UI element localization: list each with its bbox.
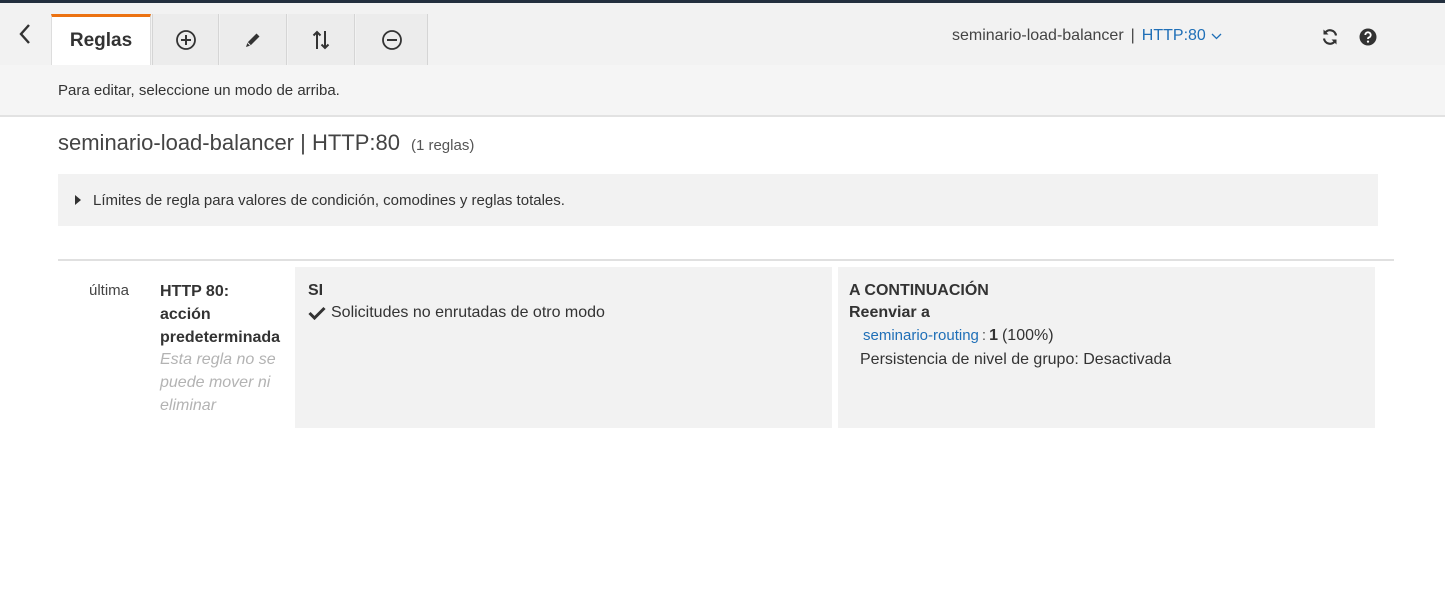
separator: | [1130, 27, 1135, 44]
then-header: A CONTINUACIÓN [849, 282, 989, 299]
rule-note-line: Esta regla no se [160, 351, 276, 368]
help-icon [1359, 28, 1377, 46]
rule-name-line: predeterminada [160, 329, 281, 346]
plus-circle-icon [175, 29, 196, 50]
listener-label: HTTP:80 [1141, 27, 1206, 44]
if-header: SI [308, 282, 324, 299]
chevron-down-icon [1211, 33, 1222, 39]
target-group-row: seminario-routing : 1 (100%) [863, 327, 1054, 345]
rule-note-line: eliminar [160, 397, 217, 414]
target-weight: 1 [989, 327, 998, 344]
divider [58, 259, 1394, 261]
rule-name-line: HTTP 80: [160, 283, 230, 300]
group-stickiness: Persistencia de nivel de grupo: Desactiv… [860, 351, 1172, 368]
check-icon [308, 306, 326, 320]
help-button[interactable] [1358, 27, 1378, 47]
minus-circle-icon [381, 29, 402, 50]
hint-bar: Para editar, seleccione un modo de arrib… [0, 65, 1445, 117]
condition-item: Solicitudes no enrutadas de otro modo [308, 304, 605, 322]
edit-rule-button[interactable] [220, 14, 287, 65]
add-rule-button[interactable] [152, 14, 219, 65]
colon: : [981, 327, 987, 344]
rule-order: última [89, 282, 130, 299]
load-balancer-name: seminario-load-balancer [952, 27, 1124, 44]
chevron-left-icon [19, 24, 30, 44]
caret-right-icon [75, 195, 81, 205]
rule-name: HTTP 80: acción predeterminada [160, 280, 285, 349]
then-actions-panel: A CONTINUACIÓN Reenviar a seminario-rout… [838, 267, 1375, 428]
rule-note: Esta regla no se puede mover ni eliminar [160, 348, 285, 417]
reorder-icon [312, 30, 330, 49]
refresh-button[interactable] [1320, 27, 1340, 47]
rule-note-line: puede mover ni [160, 374, 271, 391]
listener-dropdown[interactable]: HTTP:80 [1142, 27, 1222, 45]
condition-text: Solicitudes no enrutadas de otro modo [331, 304, 605, 321]
listener-selector: seminario-load-balancer | HTTP:80 [952, 27, 1222, 45]
rule-limits-label: Límites de regla para valores de condici… [93, 191, 565, 209]
page-title: seminario-load-balancer | HTTP:80 (1 reg… [58, 130, 474, 156]
pencil-icon [246, 33, 260, 47]
rule-limits-expander[interactable]: Límites de regla para valores de condici… [58, 174, 1378, 226]
tab-rules[interactable]: Reglas [51, 14, 151, 65]
back-button[interactable] [0, 3, 50, 65]
toolbar: Reglas seminario-load-balancer | HTTP:80 [0, 3, 1445, 65]
edit-hint: Para editar, seleccione un modo de arrib… [58, 82, 340, 99]
rule-name-line: acción [160, 306, 211, 323]
refresh-icon [1322, 29, 1338, 45]
delete-rule-button[interactable] [356, 14, 428, 65]
target-percent: (100%) [1001, 327, 1054, 344]
action-label: Reenviar a [849, 304, 930, 321]
target-group-link[interactable]: seminario-routing [863, 327, 979, 344]
reorder-rules-button[interactable] [288, 14, 355, 65]
if-conditions-panel: SI Solicitudes no enrutadas de otro modo [295, 267, 832, 428]
page-title-text: seminario-load-balancer | HTTP:80 [58, 130, 400, 155]
rule-count: (1 reglas) [410, 137, 475, 154]
